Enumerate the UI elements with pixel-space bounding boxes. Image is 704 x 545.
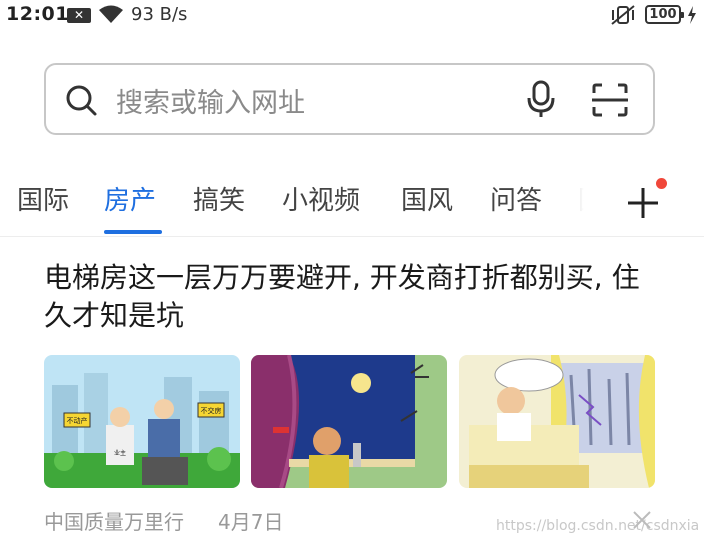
active-tab-indicator (104, 230, 162, 234)
notification-dot (656, 178, 667, 189)
tab-real-estate[interactable]: 房产 (104, 180, 156, 217)
article-source: 中国质量万里行 (44, 510, 184, 534)
close-icon[interactable] (632, 510, 652, 530)
wifi-icon (99, 5, 123, 23)
network-speed: 93 B/s (131, 4, 188, 25)
search-bar[interactable]: 搜索或输入网址 (44, 63, 655, 135)
sign-right: 不交房 (201, 406, 222, 415)
watermark: https://blog.csdn.net/csdnxia (496, 518, 700, 534)
search-input[interactable]: 搜索或输入网址 (116, 81, 305, 120)
status-time: 12:01 (6, 3, 69, 25)
tab-national-style[interactable]: 国风 (401, 180, 453, 217)
channel-tabs: 国际 房产 搞笑 小视频 国风 问答 图 (0, 180, 704, 236)
divider (0, 236, 704, 237)
thumbnail-buildings[interactable]: 不动产 不交房 业主 (44, 355, 240, 488)
battery-icon: 100 (645, 5, 684, 24)
scan-icon[interactable] (592, 83, 628, 117)
tab-qa[interactable]: 问答 (490, 180, 542, 217)
vibrate-off-icon (611, 5, 635, 25)
tab-funny[interactable]: 搞笑 (193, 180, 245, 217)
tab-international[interactable]: 国际 (17, 180, 69, 217)
status-bar: 12:01 ✕ 93 B/s 100 (0, 0, 704, 30)
tab-fade-overlay (545, 180, 615, 228)
notification-badge-icon: ✕ (67, 8, 91, 23)
microphone-icon[interactable] (526, 80, 556, 118)
tab-short-video[interactable]: 小视频 (282, 180, 360, 217)
sign-left: 不动产 (67, 416, 88, 425)
plus-icon[interactable] (626, 186, 660, 220)
article-date: 4月7日 (218, 510, 284, 534)
charging-icon (688, 6, 696, 24)
search-icon (66, 85, 97, 116)
thumbnail-window-mosquito[interactable] (251, 355, 447, 488)
article-title[interactable]: 电梯房这一层万万要避开, 开发商打折都别买, 住久才知是坑 (44, 259, 664, 335)
shirt-label: 业主 (114, 449, 126, 457)
thumbnail-bedroom-noise[interactable] (459, 355, 655, 488)
